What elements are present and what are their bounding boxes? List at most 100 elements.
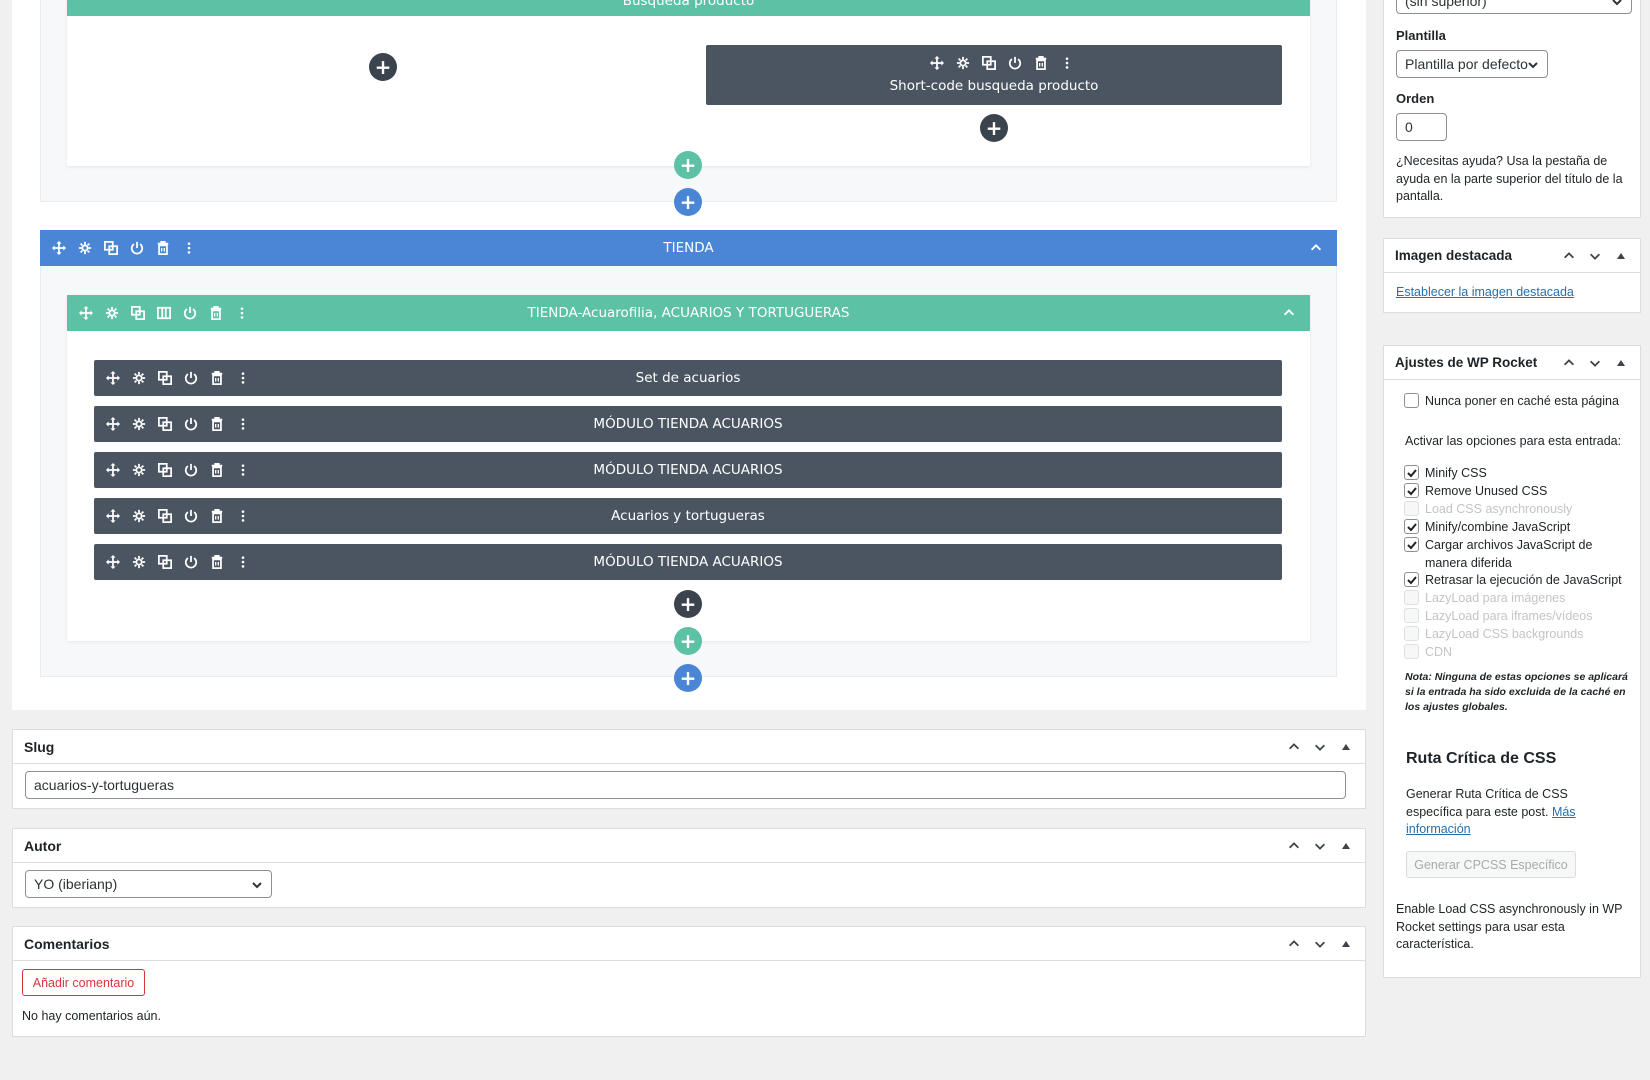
move-down-icon[interactable] (1584, 245, 1606, 267)
gear-icon[interactable] (126, 550, 152, 574)
toggle-panel-icon[interactable] (1610, 352, 1632, 374)
toggle-panel-icon[interactable] (1610, 245, 1632, 267)
rocket-option[interactable]: Cargar archivos JavaScript de manera dif… (1404, 536, 1629, 572)
power-icon[interactable] (177, 301, 203, 325)
more-icon[interactable] (230, 458, 256, 482)
parent-select[interactable]: (sin superior) (1396, 0, 1632, 14)
duplicate-icon[interactable] (152, 366, 178, 390)
option-checkbox[interactable] (1404, 519, 1419, 534)
add-row-button[interactable]: + (674, 151, 702, 179)
slug-input[interactable]: acuarios-y-tortugueras (25, 771, 1346, 799)
move-icon[interactable] (100, 366, 126, 390)
trash-icon[interactable] (204, 550, 230, 574)
gear-icon[interactable] (126, 458, 152, 482)
module-bar[interactable]: MÓDULO TIENDA ACUARIOS (94, 452, 1282, 488)
move-icon[interactable] (73, 301, 99, 325)
more-icon[interactable] (230, 550, 256, 574)
duplicate-icon[interactable] (152, 550, 178, 574)
move-up-icon[interactable] (1283, 835, 1305, 857)
collapse-chevron-icon[interactable] (1309, 241, 1323, 255)
plantilla-select[interactable]: Plantilla por defecto (1396, 50, 1548, 78)
add-row-button[interactable]: + (674, 627, 702, 655)
orden-input[interactable]: 0 (1396, 113, 1447, 141)
trash-icon[interactable] (204, 504, 230, 528)
never-cache-checkbox[interactable] (1404, 393, 1419, 408)
rocket-option[interactable]: Minify CSS (1404, 464, 1629, 482)
gear-icon[interactable] (126, 504, 152, 528)
module-bar[interactable]: Acuarios y tortugueras (94, 498, 1282, 534)
add-module-button[interactable]: + (369, 53, 397, 81)
rocket-option[interactable]: Minify/combine JavaScript (1404, 518, 1629, 536)
duplicate-icon[interactable] (976, 51, 1002, 75)
option-checkbox[interactable] (1404, 537, 1419, 552)
move-icon[interactable] (100, 412, 126, 436)
power-icon[interactable] (178, 550, 204, 574)
add-section-button[interactable]: + (674, 188, 702, 216)
move-icon[interactable] (46, 236, 72, 260)
duplicate-icon[interactable] (98, 236, 124, 260)
module-bar[interactable]: Set de acuarios (94, 360, 1282, 396)
power-icon[interactable] (178, 412, 204, 436)
toggle-panel-icon[interactable] (1335, 933, 1357, 955)
rocket-option[interactable]: Retrasar la ejecución de JavaScript (1404, 571, 1629, 589)
toggle-panel-icon[interactable] (1335, 835, 1357, 857)
duplicate-icon[interactable] (125, 301, 151, 325)
module-bar[interactable]: MÓDULO TIENDA ACUARIOS (94, 544, 1282, 580)
autor-select[interactable]: YO (iberianp) (25, 870, 272, 898)
trash-icon[interactable] (204, 366, 230, 390)
gear-icon[interactable] (99, 301, 125, 325)
more-icon[interactable] (230, 412, 256, 436)
option-checkbox[interactable] (1404, 483, 1419, 498)
trash-icon[interactable] (150, 236, 176, 260)
module-bar[interactable]: MÓDULO TIENDA ACUARIOS (94, 406, 1282, 442)
row-bar-busqueda[interactable]: Busqueda producto (67, 0, 1310, 16)
more-icon[interactable] (230, 504, 256, 528)
gear-icon[interactable] (126, 412, 152, 436)
power-icon[interactable] (124, 236, 150, 260)
move-down-icon[interactable] (1309, 736, 1331, 758)
add-comment-button[interactable]: Añadir comentario (22, 969, 145, 996)
duplicate-icon[interactable] (152, 412, 178, 436)
move-icon[interactable] (100, 550, 126, 574)
power-icon[interactable] (178, 366, 204, 390)
row-bar-tienda[interactable]: TIENDA-Acuarofilia, ACUARIOS Y TORTUGUER… (67, 295, 1310, 331)
duplicate-icon[interactable] (152, 504, 178, 528)
more-icon[interactable] (229, 301, 255, 325)
move-down-icon[interactable] (1309, 835, 1331, 857)
trash-icon[interactable] (204, 412, 230, 436)
trash-icon[interactable] (204, 458, 230, 482)
move-icon[interactable] (100, 504, 126, 528)
rocket-option[interactable]: Remove Unused CSS (1404, 482, 1629, 500)
move-icon[interactable] (100, 458, 126, 482)
power-icon[interactable] (178, 504, 204, 528)
trash-icon[interactable] (203, 301, 229, 325)
add-section-button[interactable]: + (674, 664, 702, 692)
power-icon[interactable] (1002, 51, 1028, 75)
duplicate-icon[interactable] (152, 458, 178, 482)
move-up-icon[interactable] (1558, 245, 1580, 267)
section-bar-tienda[interactable]: TIENDA (40, 230, 1337, 266)
module-shortcode[interactable]: Short-code busqueda producto (706, 45, 1282, 105)
collapse-chevron-icon[interactable] (1282, 306, 1296, 320)
toggle-panel-icon[interactable] (1335, 736, 1357, 758)
gear-icon[interactable] (72, 236, 98, 260)
generate-cpcss-button[interactable]: Generar CPCSS Específico (1406, 851, 1576, 878)
move-up-icon[interactable] (1283, 933, 1305, 955)
gear-icon[interactable] (126, 366, 152, 390)
move-down-icon[interactable] (1309, 933, 1331, 955)
columns-icon[interactable] (151, 301, 177, 325)
more-icon[interactable] (176, 236, 202, 260)
option-checkbox[interactable] (1404, 572, 1419, 587)
move-up-icon[interactable] (1283, 736, 1305, 758)
move-down-icon[interactable] (1584, 352, 1606, 374)
gear-icon[interactable] (950, 51, 976, 75)
more-icon[interactable] (230, 366, 256, 390)
option-checkbox[interactable] (1404, 465, 1419, 480)
set-featured-image-link[interactable]: Establecer la imagen destacada (1396, 284, 1574, 302)
move-up-icon[interactable] (1558, 352, 1580, 374)
trash-icon[interactable] (1028, 51, 1054, 75)
add-module-button[interactable]: + (980, 114, 1008, 142)
add-module-button[interactable]: + (674, 590, 702, 618)
more-icon[interactable] (1054, 51, 1080, 75)
power-icon[interactable] (178, 458, 204, 482)
